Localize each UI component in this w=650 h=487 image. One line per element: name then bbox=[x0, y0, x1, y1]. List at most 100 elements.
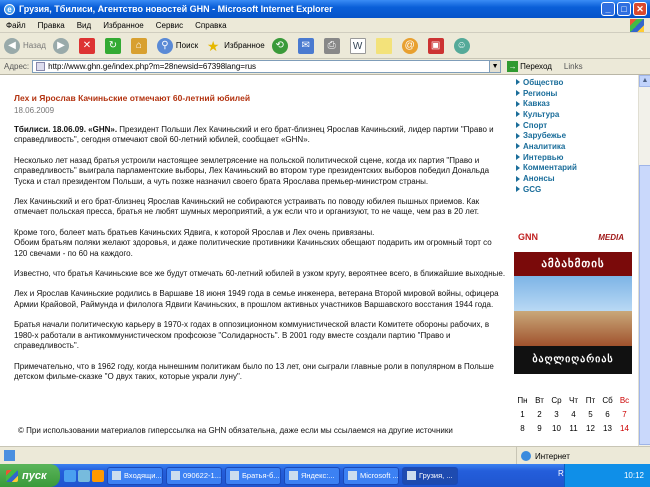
taskbar-item-inbox[interactable]: Входящи... bbox=[107, 466, 163, 485]
calendar-date[interactable]: 4 bbox=[565, 408, 582, 422]
arrow-icon bbox=[516, 111, 520, 118]
sidebar-item-analytics[interactable]: Аналитика bbox=[516, 141, 638, 152]
print-button[interactable]: ⎙ bbox=[323, 37, 343, 54]
clock[interactable]: 10:12 bbox=[624, 471, 644, 480]
start-button[interactable]: пуск bbox=[0, 464, 60, 487]
address-dropdown[interactable]: ▼ bbox=[489, 60, 502, 73]
arrow-icon bbox=[516, 90, 520, 97]
sidebar-item-regions[interactable]: Регионы bbox=[516, 88, 638, 99]
quicklaunch-desktop-icon[interactable] bbox=[78, 469, 90, 482]
sidebar-item-label: Зарубежье bbox=[523, 131, 567, 141]
taskbar-item-document[interactable]: 090622-1... bbox=[166, 466, 222, 485]
vertical-scrollbar[interactable]: ▲ bbox=[638, 75, 650, 446]
sidebar-item-announcements[interactable]: Анонсы bbox=[516, 173, 638, 184]
sidebar-item-abroad[interactable]: Зарубежье bbox=[516, 130, 638, 141]
page-icon bbox=[36, 62, 46, 71]
refresh-icon: ↻ bbox=[104, 37, 121, 54]
research-button[interactable]: ▣ bbox=[427, 37, 447, 54]
address-url: http://www.ghn.ge/index.php?m=28newsid=6… bbox=[48, 62, 257, 71]
ie-icon bbox=[230, 471, 239, 480]
georgian-banner-bottom[interactable]: ბაღლიღარიას bbox=[514, 346, 632, 374]
calendar-date[interactable]: 11 bbox=[565, 422, 582, 436]
discuss-button[interactable] bbox=[375, 37, 395, 54]
menu-file[interactable]: Файл bbox=[6, 21, 26, 30]
calendar-date[interactable]: 13 bbox=[599, 422, 616, 436]
maximize-button[interactable]: □ bbox=[617, 2, 631, 16]
search-button[interactable]: ⚲ Поиск bbox=[156, 37, 198, 54]
article-paragraph: Лех Качиньский и его брат-близнец Яросла… bbox=[14, 197, 480, 217]
calendar-date[interactable]: 12 bbox=[582, 422, 599, 436]
calendar-day-name: Вс bbox=[619, 396, 630, 405]
calendar-date[interactable]: 10 bbox=[548, 422, 565, 436]
article-paragraph-line: Обоим братьям поляки желают здоровья, и … bbox=[14, 238, 492, 258]
taskbar-item-brothers[interactable]: Братья-б... bbox=[225, 466, 281, 485]
close-button[interactable]: ✕ bbox=[633, 2, 647, 16]
back-arrow-icon: ◀ bbox=[4, 37, 20, 54]
links-button[interactable]: Links bbox=[564, 62, 583, 71]
address-input[interactable]: http://www.ghn.ge/index.php?m=28newsid=6… bbox=[32, 60, 491, 73]
contacts-button[interactable]: ☺ bbox=[453, 37, 473, 54]
georgian-banner-top[interactable]: ამბახმთის bbox=[514, 252, 632, 276]
mail-button[interactable]: ✉ bbox=[297, 37, 317, 54]
menu-edit[interactable]: Правка bbox=[38, 21, 65, 30]
mail-icon: ✉ bbox=[297, 37, 314, 54]
calendar-header: Пн Вт Ср Чт Пт Сб Вс bbox=[514, 394, 634, 408]
print-icon: ⎙ bbox=[323, 37, 340, 54]
quicklaunch-ie-icon[interactable] bbox=[64, 469, 76, 482]
back-button[interactable]: ◀ Назад bbox=[4, 37, 46, 54]
calendar-date[interactable]: 14 bbox=[616, 422, 633, 436]
menu-view[interactable]: Вид bbox=[77, 21, 91, 30]
article-title: Лех и Ярослав Качиньские отмечают 60-лет… bbox=[14, 93, 251, 103]
scroll-up-button[interactable]: ▲ bbox=[639, 75, 650, 87]
task-label: Яндекс:... bbox=[301, 471, 335, 480]
stop-button[interactable]: ✕ bbox=[78, 37, 98, 54]
messenger-button[interactable]: @ bbox=[401, 37, 421, 54]
zone-label: Интернет bbox=[535, 451, 570, 461]
calendar-date[interactable]: 7 bbox=[616, 408, 633, 422]
calendar-date[interactable]: 8 bbox=[514, 422, 531, 436]
favorites-button[interactable]: ★ Избранное bbox=[205, 38, 265, 54]
minimize-button[interactable]: _ bbox=[601, 2, 615, 16]
sidebar-item-gcg[interactable]: GCG bbox=[516, 184, 638, 195]
taskbar-item-yandex[interactable]: Яндекс:... bbox=[284, 466, 340, 485]
window-titlebar[interactable]: e Грузия, Тбилиси, Агентство новостей GH… bbox=[0, 0, 650, 18]
ie-icon: e bbox=[4, 3, 15, 15]
sidebar-item-sport[interactable]: Спорт bbox=[516, 120, 638, 131]
sidebar-item-culture[interactable]: Культура bbox=[516, 109, 638, 120]
sidebar-item-interview[interactable]: Интервью bbox=[516, 152, 638, 163]
taskbar-item-georgia[interactable]: Грузия, ... bbox=[402, 466, 458, 485]
ie-icon bbox=[407, 471, 416, 480]
gnn-logo: GNN bbox=[518, 232, 538, 242]
menu-favorites[interactable]: Избранное bbox=[103, 21, 144, 30]
taskbar-item-microsoft[interactable]: Microsoft ... bbox=[343, 466, 399, 485]
sidebar-item-caucasus[interactable]: Кавказ bbox=[516, 98, 638, 109]
at-icon: @ bbox=[401, 37, 418, 54]
menu-help[interactable]: Справка bbox=[195, 21, 226, 30]
history-icon: ⟲ bbox=[271, 37, 288, 54]
word-icon bbox=[348, 471, 357, 480]
calendar-date[interactable]: 1 bbox=[514, 408, 531, 422]
quicklaunch-media-icon[interactable] bbox=[92, 469, 104, 482]
scroll-thumb[interactable] bbox=[639, 165, 650, 445]
edit-button[interactable]: W bbox=[349, 37, 369, 54]
calendar-date[interactable]: 6 bbox=[599, 408, 616, 422]
calendar-date[interactable]: 5 bbox=[582, 408, 599, 422]
calendar-date[interactable]: 9 bbox=[531, 422, 548, 436]
menu-tools[interactable]: Сервис bbox=[156, 21, 183, 30]
go-button[interactable]: → Переход bbox=[507, 61, 552, 72]
sidebar-item-society[interactable]: Общество bbox=[516, 77, 638, 88]
calendar-date[interactable]: 3 bbox=[548, 408, 565, 422]
forward-button[interactable]: ▶ bbox=[52, 37, 72, 54]
history-button[interactable]: ⟲ bbox=[271, 37, 291, 54]
windows-flag-icon bbox=[6, 469, 18, 482]
calendar-date[interactable]: 2 bbox=[531, 408, 548, 422]
sidebar-item-label: Комментарий bbox=[523, 163, 577, 173]
cathedral-photo[interactable] bbox=[514, 276, 632, 346]
sidebar-item-comment[interactable]: Комментарий bbox=[516, 163, 638, 174]
menu-bar: Файл Правка Вид Избранное Сервис Справка bbox=[0, 18, 650, 33]
home-button[interactable]: ⌂ bbox=[130, 37, 150, 54]
stop-icon: ✕ bbox=[78, 37, 95, 54]
gnn-media-banner[interactable]: GNN MEDIA bbox=[514, 222, 632, 252]
address-label: Адрес: bbox=[4, 62, 30, 71]
refresh-button[interactable]: ↻ bbox=[104, 37, 124, 54]
